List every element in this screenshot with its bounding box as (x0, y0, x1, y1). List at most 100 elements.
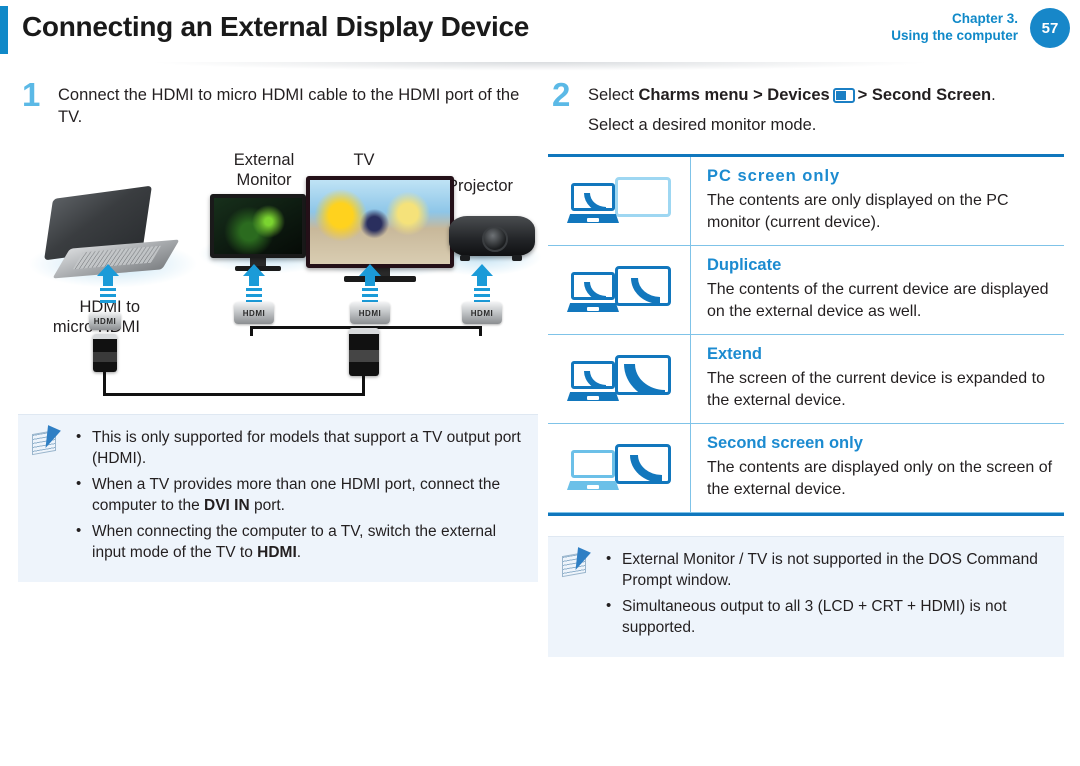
mode-description: The contents of the current device are d… (707, 281, 1049, 320)
external-display-shape (615, 177, 671, 217)
mode-title: Second screen only (707, 434, 863, 452)
swoosh-shape (631, 278, 660, 303)
laptop-hdmi-port-label: HDMI (93, 316, 117, 326)
note-text: port. (249, 497, 285, 514)
tv-screen (306, 176, 454, 268)
mode-description: The screen of the current device is expa… (707, 370, 1045, 409)
mode-title: PC screen only (707, 167, 841, 185)
step-2-number: 2 (552, 76, 571, 113)
step-1: 1 Connect the HDMI to micro HDMI cable t… (18, 78, 538, 128)
list-item: This is only supported for models that s… (74, 426, 524, 469)
external-display-shape (615, 266, 671, 306)
step-1-number: 1 (22, 76, 41, 113)
right-note-list: External Monitor / TV is not supported i… (604, 548, 1050, 638)
label-external-monitor-line1: External (233, 151, 295, 169)
page-header: Connecting an External Display Device Ch… (0, 0, 1080, 62)
projector-arrow (471, 264, 493, 304)
wire-horizontal-bottom (103, 393, 365, 396)
note-text: When a TV provides more than one HDMI po… (92, 476, 501, 514)
list-item: When connecting the computer to a TV, sw… (74, 520, 524, 563)
note-text-bold: DVI IN (204, 497, 250, 514)
note-pen-shape (569, 547, 591, 573)
mode-icon-cell (548, 246, 691, 334)
table-row[interactable]: Extend The screen of the current device … (548, 335, 1064, 424)
header-accent-bar (0, 6, 8, 54)
laptop-arrow-shaft (103, 276, 113, 286)
left-note-box: This is only supported for models that s… (18, 414, 538, 582)
laptop-shape (567, 450, 619, 490)
monitor-hdmi-port-label: HDMI (242, 308, 266, 318)
projector-lens (482, 226, 508, 252)
right-column: 2 Select Charms menu > Devices > Second S… (548, 78, 1064, 657)
tv-arrow (359, 264, 381, 304)
table-row[interactable]: Duplicate The contents of the current de… (548, 246, 1064, 335)
swoosh-shape (624, 364, 665, 392)
laptop-arrow-dashes (100, 288, 116, 304)
mode-text-cell: PC screen only The contents are only dis… (691, 157, 1064, 245)
external-monitor-screen (210, 194, 306, 258)
note-text: Simultaneous output to all 3 (LCD + CRT … (622, 598, 1007, 636)
tv-arrow-shaft (365, 276, 375, 286)
swoosh-shape (584, 371, 606, 386)
mode-title: Duplicate (707, 256, 782, 274)
laptop-notch-shape (587, 218, 599, 222)
table-row[interactable]: PC screen only The contents are only dis… (548, 157, 1064, 246)
projector-foot-right (512, 255, 522, 261)
tv-arrow-head (359, 264, 381, 276)
list-item: External Monitor / TV is not supported i… (604, 548, 1050, 591)
table-bottom-rule (548, 513, 1064, 516)
step-2-text: Select Charms menu > Devices > Second Scr… (588, 84, 1064, 106)
chapter-info: Chapter 3. Using the computer (891, 10, 1018, 44)
projector-hdmi-port-label: HDMI (470, 308, 494, 318)
projector-hdmi-port: HDMI (462, 302, 502, 324)
mode-text-cell: Second screen only The contents are disp… (691, 424, 1064, 512)
page-title: Connecting an External Display Device (22, 11, 530, 42)
tv-hdmi-port: HDMI (350, 302, 390, 324)
laptop-screen-shape (571, 361, 615, 389)
note-pencil-icon (562, 547, 592, 578)
wire-drop-monitor (250, 326, 253, 336)
monitor-arrow-shaft (249, 276, 259, 286)
laptop-arrow-head (97, 264, 119, 276)
projector-arrow-shaft (477, 276, 487, 286)
laptop-notch-shape (587, 396, 599, 400)
mode-description: The contents are displayed only on the s… (707, 459, 1053, 498)
swoosh-shape (584, 193, 606, 208)
mode-text-cell: Extend The screen of the current device … (691, 335, 1064, 423)
laptop-shape (567, 272, 619, 312)
step-2-suffix: . (991, 86, 996, 104)
chapter-name: Using the computer (891, 28, 1018, 43)
page-number-badge: 57 (1030, 8, 1070, 48)
laptop-arrow (97, 264, 119, 304)
projector-arrow-head (471, 264, 493, 276)
left-note-list: This is only supported for models that s… (74, 426, 524, 563)
right-note-box: External Monitor / TV is not supported i… (548, 536, 1064, 657)
laptop-notch-shape (587, 307, 599, 311)
devices-charm-icon (832, 88, 855, 103)
step-2: 2 Select Charms menu > Devices > Second S… (548, 78, 1064, 136)
monitor-arrow (243, 264, 265, 304)
laptop-hdmi-port: HDMI (89, 312, 121, 330)
list-item: Simultaneous output to all 3 (LCD + CRT … (604, 595, 1050, 638)
label-external-monitor-line2: Monitor (236, 171, 292, 189)
step-2-subtext: Select a desired monitor mode. (588, 116, 817, 134)
extend-icon (567, 353, 671, 405)
label-tv: TV (353, 151, 375, 169)
header-shadow (0, 62, 1080, 78)
label-hdmi-cable: HDMI to micro HDMI (32, 297, 140, 337)
monitor-hdmi-port: HDMI (234, 302, 274, 324)
note-pencil-icon (32, 425, 62, 456)
mode-title: Extend (707, 345, 763, 363)
note-text: This is only supported for models that s… (92, 429, 521, 467)
step-2-bold-charms: Charms menu > Devices (638, 86, 830, 104)
step-2-bold-secondscreen: > Second Screen (857, 86, 992, 104)
tv-hdmi-port-label: HDMI (358, 308, 382, 318)
step-1-text: Connect the HDMI to micro HDMI cable to … (58, 86, 520, 126)
mode-icon-cell (548, 424, 691, 512)
chapter-number: Chapter 3. (951, 11, 1018, 26)
list-item: When a TV provides more than one HDMI po… (74, 473, 524, 516)
step-2-prefix: Select (588, 86, 639, 104)
label-external-monitor: External Monitor (206, 150, 322, 190)
laptop-shape (567, 183, 619, 223)
table-row[interactable]: Second screen only The contents are disp… (548, 424, 1064, 513)
